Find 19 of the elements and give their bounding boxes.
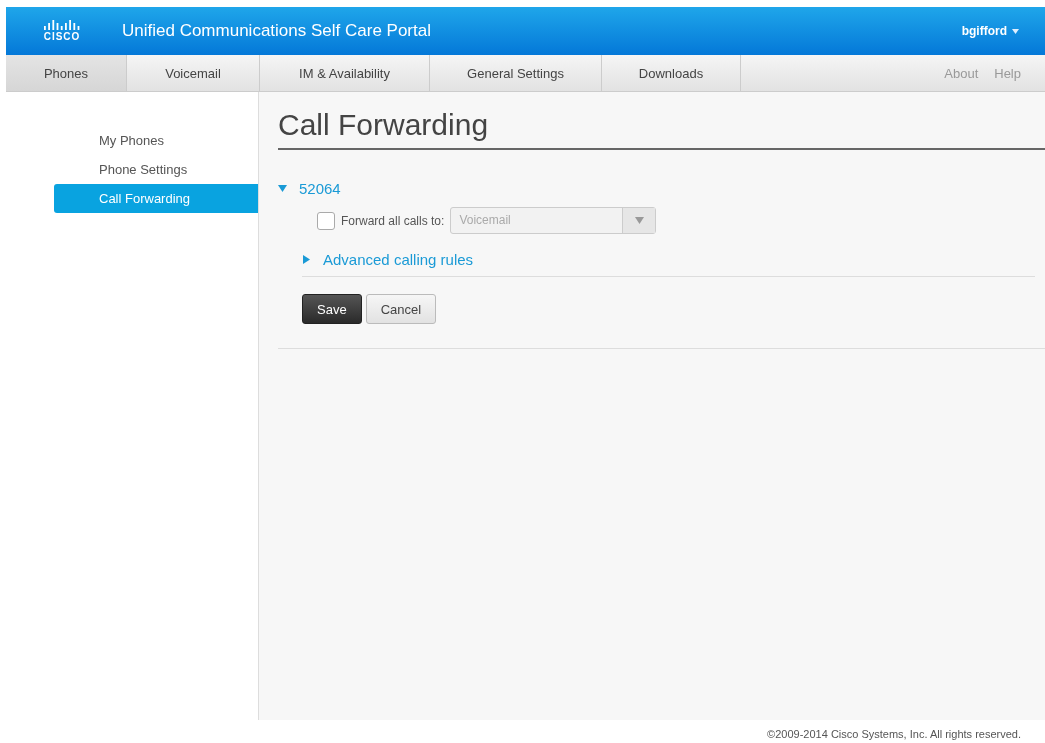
caret-icon <box>1012 28 1019 34</box>
logo-bars-icon <box>43 20 81 30</box>
save-button[interactable]: Save <box>302 294 362 324</box>
triangle-down-icon <box>278 184 287 193</box>
nav-tab[interactable]: Downloads <box>602 55 741 91</box>
nav-tab[interactable]: Phones <box>6 55 127 91</box>
page-title: Call Forwarding <box>278 108 1045 150</box>
dropdown-arrow-icon <box>634 217 644 224</box>
checkbox-label: Forward all calls to: <box>341 213 445 228</box>
sidebar-item[interactable]: My Phones <box>54 126 258 155</box>
logo-text: CISCO <box>43 31 81 42</box>
nav-tab[interactable]: Voicemail <box>127 55 260 91</box>
app-title: Unified Communications Self Care Portal <box>122 21 431 41</box>
nav-tab[interactable]: IM & Availability <box>260 55 430 91</box>
cancel-button[interactable]: Cancel <box>365 294 437 324</box>
copyright-text: ©2009-2014 Cisco Systems, Inc. All rights reserved. <box>767 728 1021 740</box>
nav-tab[interactable]: General Settings <box>430 55 602 91</box>
triangle-right-icon <box>302 255 311 264</box>
sidebar-item[interactable]: Phone Settings <box>54 155 258 184</box>
